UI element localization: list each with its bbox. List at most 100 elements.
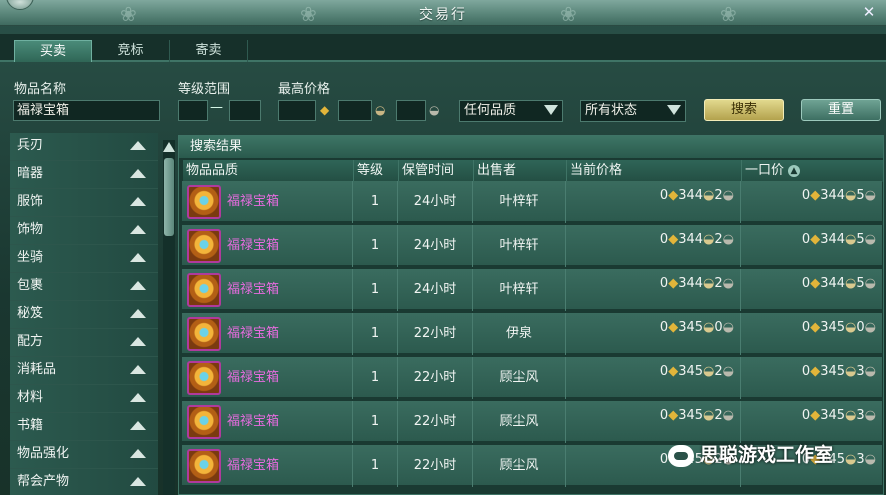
gold-ingot-icon: ◆ <box>810 364 821 379</box>
item-name-label: 物品名称 <box>14 82 67 97</box>
column-header[interactable]: 当前价格 <box>567 160 742 182</box>
tab-bar: 买卖 竞标 寄卖 <box>0 34 886 62</box>
buyout-price: 0◆344◒5◒ <box>802 181 876 223</box>
table-row[interactable]: 福禄宝箱 1 24小时 叶梓轩 0◆344◒2◒ 0◆344◒5◒ <box>182 181 882 223</box>
treasure-chest-icon[interactable] <box>187 449 221 483</box>
gold-ingot-icon: ◆ <box>668 276 679 291</box>
category-item[interactable]: 服饰 <box>10 189 158 217</box>
category-item[interactable]: 材料 <box>10 385 158 413</box>
triangle-up-icon <box>130 337 146 346</box>
treasure-chest-icon[interactable] <box>187 185 221 219</box>
price-silver: 344 <box>678 232 704 247</box>
silver-ingot-icon: ◒ <box>375 103 386 117</box>
sort-icon[interactable]: ▲ <box>788 164 801 177</box>
buyout-price: 0◆345◒0◒ <box>802 313 876 355</box>
category-item[interactable]: 坐骑 <box>10 245 158 273</box>
results-title: 搜索结果 <box>179 136 883 158</box>
level-min-input[interactable] <box>178 100 208 121</box>
gold-ingot-icon: ◆ <box>668 408 679 423</box>
column-header-buyout[interactable]: 一口价 ▲ <box>742 160 883 182</box>
search-button[interactable]: 搜索 <box>704 99 784 121</box>
item-cell: 福禄宝箱 <box>182 269 353 311</box>
level-cell: 1 <box>353 313 398 355</box>
buyout-price: 0◆344◒5◒ <box>802 225 876 267</box>
table-row[interactable]: 福禄宝箱122小时顾尘风0◆345◒2◒0◆345◒3◒ <box>182 401 882 443</box>
scroll-thumb[interactable] <box>164 158 174 236</box>
category-item[interactable]: 书籍 <box>10 413 158 441</box>
gold-ingot-icon: ◆ <box>810 408 821 423</box>
price-gold-input[interactable] <box>278 100 316 121</box>
seller-cell: 伊泉 <box>473 313 566 355</box>
price-gold: 0 <box>801 232 811 247</box>
table-row[interactable]: 福禄宝箱122小时顾尘风0◆345◒2◒0◆345◒3◒ <box>182 357 882 399</box>
tab-consign[interactable]: 寄卖 <box>170 40 248 62</box>
wechat-icon <box>668 444 694 467</box>
treasure-chest-icon[interactable] <box>187 361 221 395</box>
column-header[interactable]: 出售者 <box>474 160 567 182</box>
level-cell: 1 <box>353 269 398 311</box>
price-silver: 345 <box>678 408 704 423</box>
item-name-input[interactable]: 福禄宝箱 <box>13 100 160 121</box>
price-copper: 0 <box>714 320 723 335</box>
copper-ingot-icon: ◒ <box>722 320 734 335</box>
treasure-chest-icon[interactable] <box>187 317 221 351</box>
level-cell: 1 <box>353 445 398 487</box>
category-item[interactable]: 帮会产物 <box>10 469 158 495</box>
table-row[interactable]: 福禄宝箱 1 24小时 叶梓轩 0◆344◒2◒ 0◆344◒5◒ <box>182 225 882 267</box>
silver-ingot-icon: ◒ <box>845 320 857 335</box>
triangle-up-icon <box>130 169 146 178</box>
category-item[interactable]: 暗器 <box>10 161 158 189</box>
price-silver-input[interactable] <box>338 100 372 121</box>
category-item[interactable]: 包裹 <box>10 273 158 301</box>
current-price-cell: 0◆345◒2◒ <box>566 401 741 443</box>
level-cell: 1 <box>353 401 398 443</box>
category-item[interactable]: 消耗品 <box>10 357 158 385</box>
price-silver: 344 <box>678 188 704 203</box>
gold-ingot-icon: ◆ <box>810 320 821 335</box>
category-item[interactable]: 配方 <box>10 329 158 357</box>
copper-ingot-icon: ◒ <box>864 408 876 423</box>
watermark-text: 思聪游戏工作室 <box>700 444 834 466</box>
item-cell: 福禄宝箱 <box>182 357 353 399</box>
category-scrollbar[interactable] <box>163 140 175 495</box>
treasure-chest-icon[interactable] <box>187 405 221 439</box>
price-copper-input[interactable] <box>396 100 426 121</box>
level-max-input[interactable] <box>229 100 261 121</box>
triangle-up-icon <box>130 197 146 206</box>
treasure-chest-icon[interactable] <box>187 229 221 263</box>
copper-ingot-icon: ◒ <box>722 232 734 247</box>
quality-select[interactable]: 任何品质 <box>459 100 563 122</box>
category-item[interactable]: 饰物 <box>10 217 158 245</box>
category-label: 消耗品 <box>17 362 57 377</box>
tab-buy-sell[interactable]: 买卖 <box>14 40 92 62</box>
price-silver: 345 <box>678 320 704 335</box>
reset-button[interactable]: 重置 <box>801 99 881 121</box>
current-price-cell: 0◆344◒2◒ <box>566 225 741 267</box>
buyout-price-cell: 0◆344◒5◒ <box>741 269 882 311</box>
time-cell: 22小时 <box>398 313 473 355</box>
seller-cell: 顾尘风 <box>473 357 566 399</box>
silver-ingot-icon: ◒ <box>845 188 857 203</box>
treasure-chest-icon[interactable] <box>187 273 221 307</box>
current-price-cell: 0◆344◒2◒ <box>566 181 741 223</box>
silver-ingot-icon: ◒ <box>703 188 715 203</box>
price-silver: 344 <box>820 276 846 291</box>
tab-bidding[interactable]: 竞标 <box>92 40 170 62</box>
column-header[interactable]: 物品品质 <box>183 160 354 182</box>
close-icon[interactable]: ✕ <box>860 3 878 21</box>
category-item[interactable]: 秘笈 <box>10 301 158 329</box>
category-item[interactable]: 兵刃 <box>10 133 158 161</box>
column-header[interactable]: 保管时间 <box>399 160 474 182</box>
watermark: 思聪游戏工作室 <box>668 440 833 470</box>
table-row[interactable]: 福禄宝箱 1 24小时 叶梓轩 0◆344◒2◒ 0◆344◒5◒ <box>182 269 882 311</box>
current-price: 0◆344◒2◒ <box>660 269 734 311</box>
table-row[interactable]: 福禄宝箱 1 22小时 伊泉 0◆345◒0◒ 0◆345◒0◒ <box>182 313 882 355</box>
price-gold: 0 <box>659 364 669 379</box>
level-range-label: 等级范围 <box>178 82 231 97</box>
status-select[interactable]: 所有状态 <box>580 100 686 122</box>
price-gold: 0 <box>659 276 669 291</box>
scroll-up-icon[interactable] <box>163 142 175 152</box>
column-header[interactable]: 等级 <box>354 160 399 182</box>
dropdown-arrow-icon <box>667 105 681 115</box>
category-item[interactable]: 物品强化 <box>10 441 158 469</box>
